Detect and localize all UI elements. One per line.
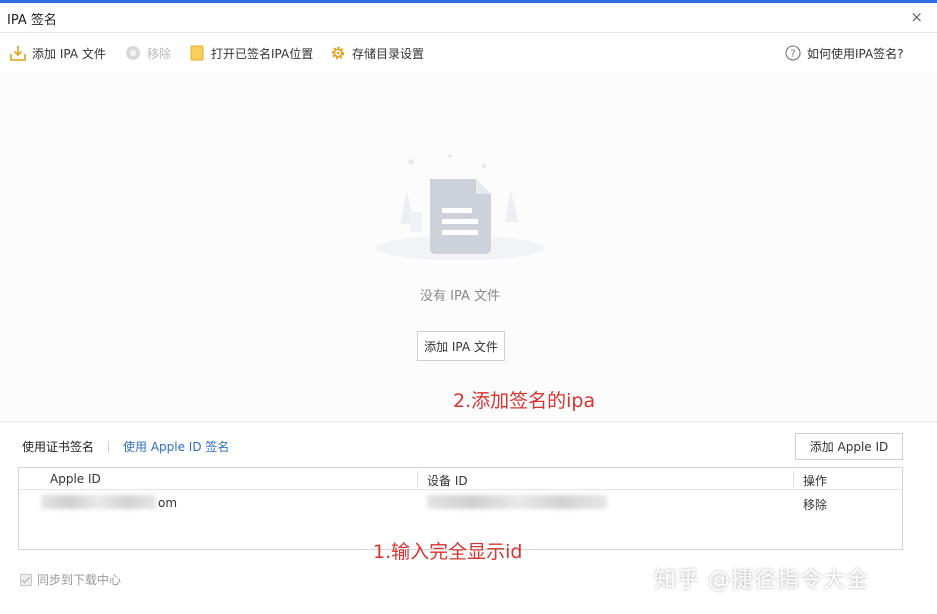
tab-separator <box>108 440 110 453</box>
apple-id-cell: om <box>158 496 178 510</box>
table-row[interactable]: om 移除 <box>19 491 902 515</box>
sync-download-label: 同步到下载中心 <box>37 573 122 587</box>
tab-certificate-sign[interactable]: 使用证书签名 <box>22 438 94 455</box>
question-circle-icon: ? <box>785 45 801 61</box>
storage-settings-label: 存储目录设置 <box>352 46 425 61</box>
add-apple-id-button[interactable]: 添加 Apple ID <box>795 433 903 460</box>
redacted-apple-id <box>41 495 156 509</box>
tab-apple-id-sign[interactable]: 使用 Apple ID 签名 <box>123 438 229 455</box>
table-header: Apple ID 设备 ID 操作 <box>19 468 902 490</box>
section-divider <box>0 421 937 422</box>
close-icon[interactable]: × <box>910 8 923 26</box>
remove-toolbar-button[interactable]: 移除 <box>125 44 171 62</box>
help-label: 如何使用IPA签名? <box>807 46 904 61</box>
download-tray-icon <box>10 45 26 61</box>
sync-download-checkbox[interactable]: 同步到下载中心 <box>20 571 121 588</box>
toolbar: 添加 IPA 文件 移除 打开已签名IPA位置 存储目录设置 ? 如何使用IPA… <box>0 36 937 70</box>
column-header-device-id: 设备 ID <box>427 474 468 488</box>
title-bar: IPA 签名 × <box>0 3 937 33</box>
redacted-device-id <box>427 495 607 509</box>
column-header-action: 操作 <box>803 474 828 488</box>
empty-state-message: 没有 IPA 文件 <box>420 289 500 304</box>
open-signed-location-button[interactable]: 打开已签名IPA位置 <box>189 44 313 62</box>
gear-icon <box>330 45 346 61</box>
column-divider <box>793 471 794 487</box>
ipa-file-area: 没有 IPA 文件 添加 IPA 文件 <box>0 72 937 420</box>
annotation-step-1: 1.输入完全显示id <box>373 541 523 563</box>
folder-icon <box>189 45 205 61</box>
column-header-apple-id: Apple ID <box>50 472 101 486</box>
open-signed-location-label: 打开已签名IPA位置 <box>211 46 314 61</box>
checkbox-icon <box>20 573 32 586</box>
svg-text:?: ? <box>790 49 795 60</box>
add-ipa-toolbar-button[interactable]: 添加 IPA 文件 <box>10 44 106 62</box>
remove-row-button[interactable]: 移除 <box>803 496 827 513</box>
window-title: IPA 签名 <box>7 13 57 28</box>
remove-toolbar-label: 移除 <box>147 46 172 61</box>
help-link[interactable]: ? 如何使用IPA签名? <box>785 44 904 62</box>
remove-circle-icon <box>125 45 141 61</box>
sign-mode-tabs: 使用证书签名 使用 Apple ID 签名 <box>22 438 229 455</box>
add-ipa-toolbar-label: 添加 IPA 文件 <box>32 46 106 61</box>
column-divider <box>417 471 418 487</box>
storage-settings-button[interactable]: 存储目录设置 <box>330 44 424 62</box>
add-ipa-button[interactable]: 添加 IPA 文件 <box>417 331 505 361</box>
document-icon <box>370 152 550 262</box>
watermark: 知乎 @捷径指令大全 <box>654 568 869 593</box>
annotation-step-2: 2.添加签名的ipa <box>453 390 596 412</box>
